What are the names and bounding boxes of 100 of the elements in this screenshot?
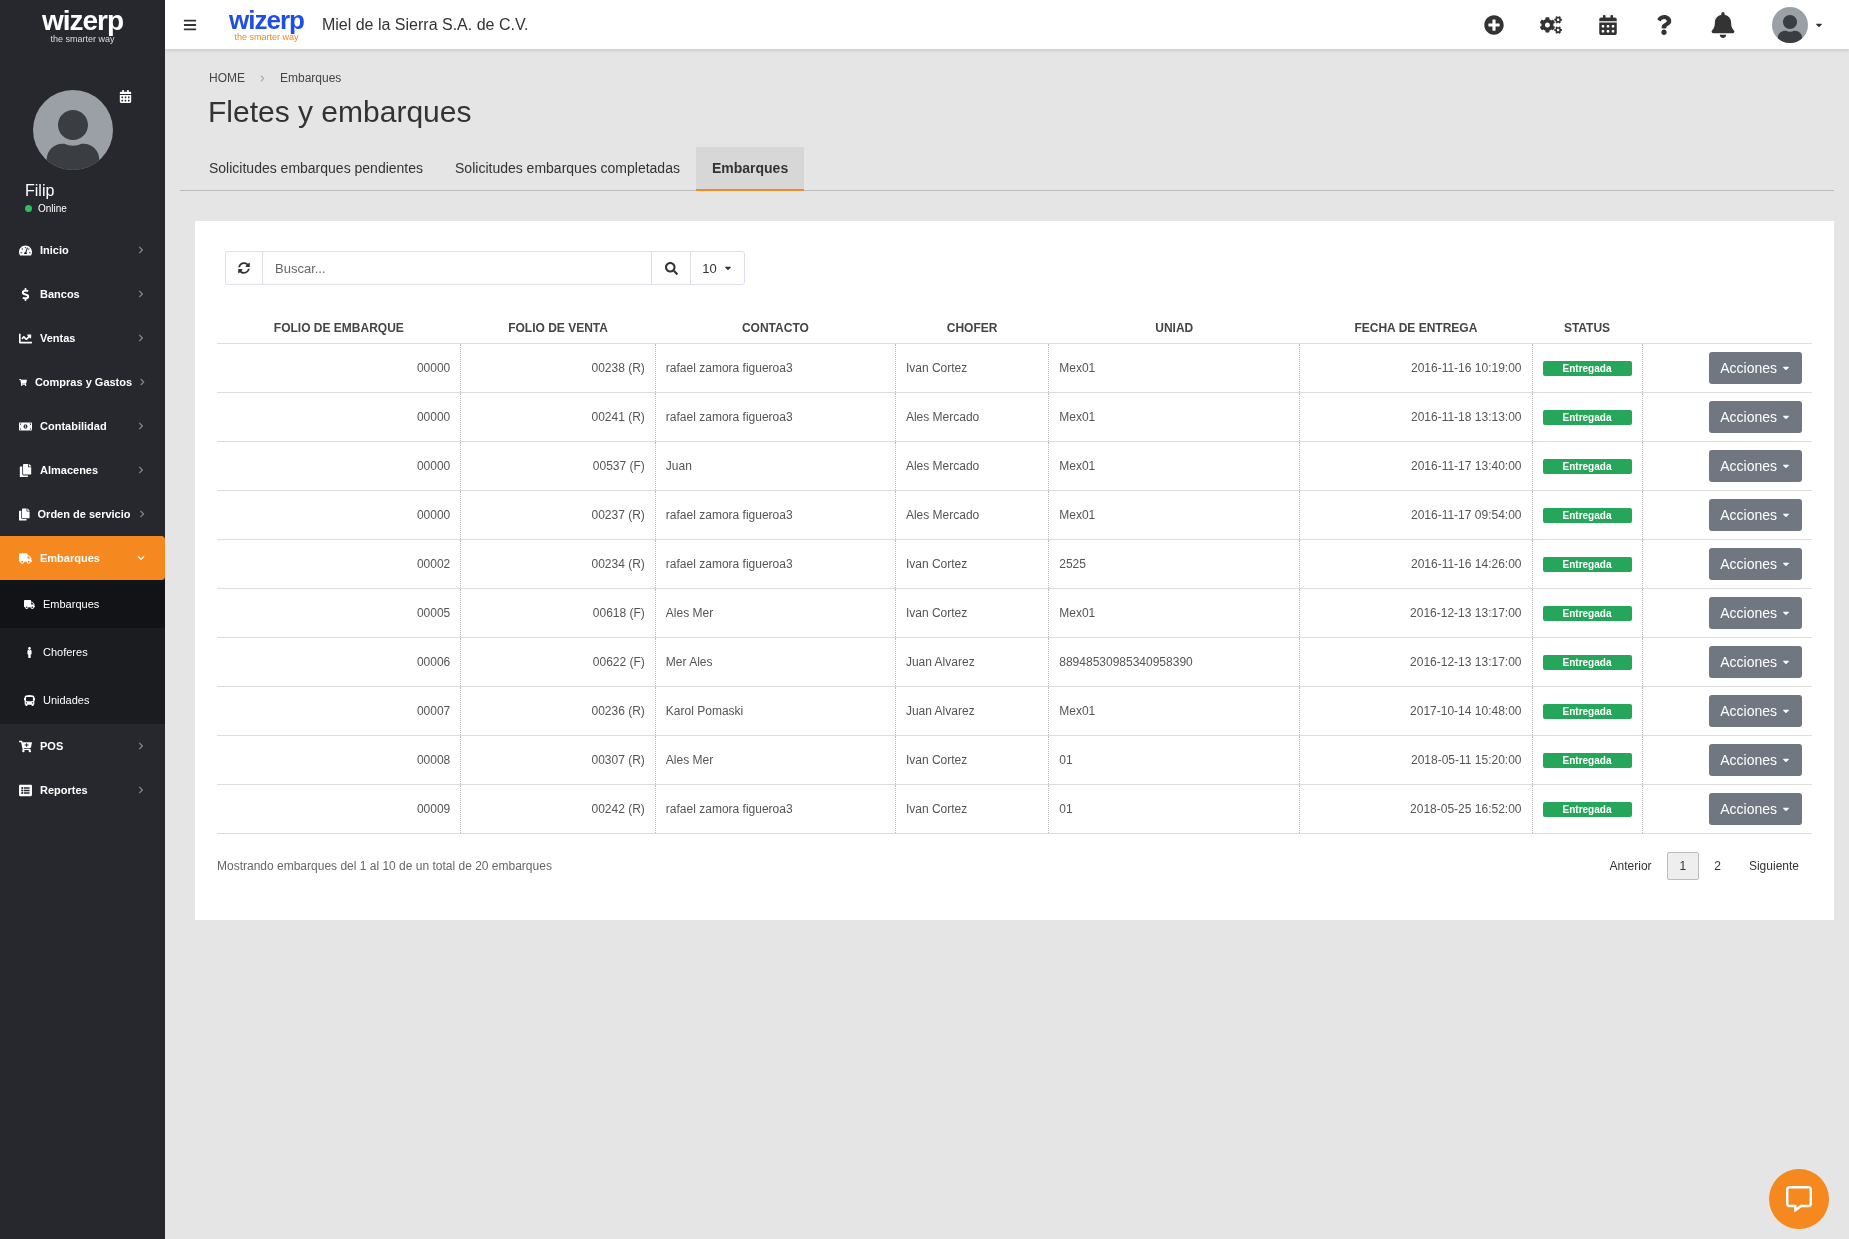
- table-cell: 00622 (F): [460, 637, 656, 687]
- table-cell: Ales Mercado: [895, 441, 1049, 491]
- submenu-item[interactable]: Unidades: [0, 676, 165, 724]
- table-cell: 2016-11-17 13:40:00: [1299, 441, 1532, 491]
- settings-icon[interactable]: [1540, 13, 1562, 36]
- table-cell: rafael zamora figueroa3: [655, 343, 896, 393]
- previous-link[interactable]: Anterior: [1596, 852, 1665, 880]
- submenu-item[interactable]: Embarques: [0, 580, 165, 628]
- table-cell: Juan Alvarez: [895, 686, 1049, 736]
- sidebar-item[interactable]: Compras y Gastos: [0, 360, 165, 404]
- table-cell: 2525: [1048, 539, 1300, 589]
- actions-button[interactable]: Acciones: [1709, 450, 1802, 482]
- table-cell: Mex01: [1048, 343, 1300, 393]
- breadcrumb-link[interactable]: Embarques: [280, 71, 342, 85]
- logo-text: wizerp: [229, 7, 304, 33]
- actions-button[interactable]: Acciones: [1709, 597, 1802, 629]
- table-cell: Ales Mercado: [895, 490, 1049, 540]
- table-cell: 00006: [217, 637, 461, 687]
- chat-icon: [1786, 1186, 1812, 1212]
- table-cell: Mer Ales: [655, 637, 896, 687]
- dashboard-icon: [19, 243, 32, 257]
- menu-icon[interactable]: [183, 17, 197, 32]
- table-cell: Mex01: [1048, 392, 1300, 442]
- table-cell: 2017-10-14 10:48:00: [1299, 686, 1532, 736]
- table-cell: rafael zamora figueroa3: [655, 490, 896, 540]
- sidebar-item[interactable]: Almacenes: [0, 448, 165, 492]
- user-avatar[interactable]: [1772, 6, 1808, 43]
- actions-button[interactable]: Acciones: [1709, 793, 1802, 825]
- next-link[interactable]: Siguiente: [1735, 852, 1812, 880]
- actions-button[interactable]: Acciones: [1709, 695, 1802, 727]
- page-link[interactable]: 2: [1701, 852, 1734, 880]
- status-badge: Entregada: [1542, 507, 1632, 523]
- status-badge: Entregada: [1542, 556, 1632, 572]
- documents-icon: [19, 507, 30, 521]
- actions-button[interactable]: Acciones: [1709, 548, 1802, 580]
- table-cell: 2016-11-16 14:26:00: [1299, 539, 1532, 589]
- sidebar-item[interactable]: Contabilidad: [0, 404, 165, 448]
- bus-icon: [24, 694, 35, 706]
- table-cell: Mex01: [1048, 490, 1300, 540]
- table-cell: rafael zamora figueroa3: [655, 784, 896, 834]
- notifications-icon[interactable]: [1710, 11, 1736, 38]
- actions-button[interactable]: Acciones: [1709, 499, 1802, 531]
- submenu-item[interactable]: Choferes: [0, 628, 165, 676]
- table-cell: Karol Pomaski: [655, 686, 896, 736]
- column-header: FECHA DE ENTREGA: [1299, 313, 1532, 344]
- status-badge: Entregada: [1542, 360, 1632, 376]
- cart-icon: [19, 739, 32, 753]
- table-cell: 00000: [217, 343, 461, 393]
- separator-icon: [259, 74, 266, 82]
- column-header: CONTACTO: [655, 313, 896, 344]
- truck-icon: [24, 598, 35, 610]
- table-cell: 00307 (R): [460, 735, 656, 785]
- table-cell: 2018-05-25 16:52:00: [1299, 784, 1532, 834]
- table-cell: Ivan Cortez: [895, 784, 1049, 834]
- actions-button[interactable]: Acciones: [1709, 646, 1802, 678]
- sidebar-item[interactable]: Reportes: [0, 768, 165, 812]
- search-button[interactable]: [651, 251, 691, 285]
- search-field[interactable]: Buscar...: [262, 251, 652, 285]
- search-icon: [664, 261, 678, 275]
- chevron-icon: [137, 742, 145, 750]
- table-cell: 00236 (R): [460, 686, 656, 736]
- table-cell: 00234 (R): [460, 539, 656, 589]
- page-link[interactable]: 1: [1666, 852, 1700, 880]
- sidebar-item[interactable]: POS: [0, 724, 165, 768]
- chevron-icon: [140, 378, 145, 386]
- tab[interactable]: Embarques: [695, 147, 805, 191]
- chevron-icon: [138, 510, 145, 518]
- breadcrumb-link[interactable]: HOME: [209, 71, 245, 85]
- page-size-dropdown[interactable]: 10: [690, 251, 745, 285]
- column-header: UNIAD: [1048, 313, 1300, 344]
- chevron-icon: [137, 466, 145, 474]
- sidebar-item[interactable]: Bancos: [0, 272, 165, 316]
- table-cell: 00007: [217, 686, 461, 736]
- truck-icon: [19, 551, 32, 565]
- chevron-icon: [137, 786, 145, 794]
- sidebar-item[interactable]: Inicio: [0, 228, 165, 272]
- table-cell: Mex01: [1048, 686, 1300, 736]
- table-cell: 00000: [217, 441, 461, 491]
- sidebar-item[interactable]: Orden de servicio: [0, 492, 165, 536]
- table-cell: 00000: [217, 392, 461, 442]
- table-cell: 2016-11-16 10:19:00: [1299, 343, 1532, 393]
- chevron-icon: [137, 334, 145, 342]
- tab[interactable]: Solicitudes embarques completadas: [439, 147, 696, 191]
- calendar-icon[interactable]: [1598, 14, 1618, 35]
- table-cell: Juan: [655, 441, 896, 491]
- status-badge: Entregada: [1542, 409, 1632, 425]
- dollar-icon: [19, 287, 32, 301]
- calendar-icon[interactable]: [119, 90, 132, 103]
- table-cell: 00242 (R): [460, 784, 656, 834]
- actions-button[interactable]: Acciones: [1709, 401, 1802, 433]
- actions-button[interactable]: Acciones: [1709, 352, 1802, 384]
- add-icon[interactable]: [1484, 14, 1504, 35]
- documents-icon: [19, 463, 32, 477]
- table-cell: 2016-11-18 13:13:00: [1299, 392, 1532, 442]
- tab[interactable]: Solicitudes embarques pendientes: [193, 147, 440, 191]
- table-cell: 01: [1048, 784, 1300, 834]
- actions-button[interactable]: Acciones: [1709, 744, 1802, 776]
- company-name: Miel de la Sierra S.A. de C.V.: [321, 15, 530, 34]
- sidebar-item[interactable]: Ventas: [0, 316, 165, 360]
- table-cell: 00237 (R): [460, 490, 656, 540]
